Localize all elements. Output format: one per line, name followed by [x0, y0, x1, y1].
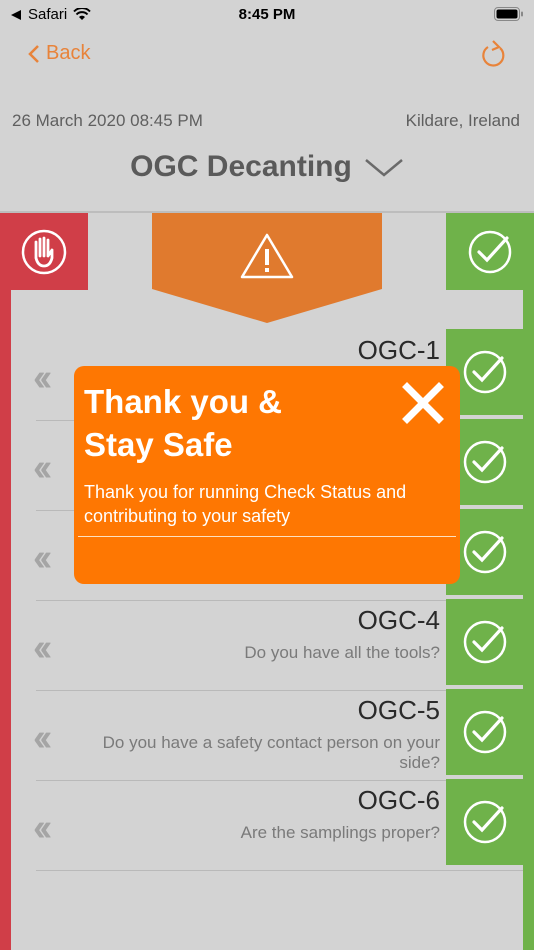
back-label: Back: [46, 42, 91, 64]
check-question: Do you have a safety contact person on y…: [102, 733, 440, 772]
double-chevron-left-icon[interactable]: ‹‹: [33, 627, 52, 670]
check-row-pass-button[interactable]: [446, 779, 523, 865]
check-circle-icon: [463, 710, 506, 754]
check-circle-icon: [463, 350, 506, 394]
double-chevron-left-icon[interactable]: ‹‹: [33, 537, 52, 580]
battery-icon: [494, 7, 523, 21]
check-row[interactable]: ‹‹ OGC-4 Do you have all the tools?: [11, 599, 523, 691]
check-row-pass-button[interactable]: [446, 599, 523, 685]
check-circle-icon: [463, 620, 506, 664]
popup-divider: [78, 536, 456, 537]
check-row[interactable]: ‹‹ OGC-5 Do you have a safety contact pe…: [11, 689, 523, 781]
popup-title: Thank you & Stay Safe: [84, 380, 282, 466]
check-code: OGC-1: [357, 335, 440, 365]
check-question: Do you have all the tools?: [244, 643, 440, 662]
title-selector[interactable]: OGC Decanting: [0, 150, 534, 184]
refresh-icon[interactable]: [478, 38, 508, 70]
check-circle-icon: [468, 230, 512, 273]
check-location: Kildare, Ireland: [405, 111, 520, 130]
popup-title-line2: Stay Safe: [84, 426, 233, 463]
check-row-pass-button[interactable]: [446, 689, 523, 775]
hand-stop-icon: [21, 229, 67, 274]
check-circle-icon: [463, 530, 506, 574]
close-icon[interactable]: [402, 382, 444, 424]
warning-banner: [152, 213, 382, 323]
check-row[interactable]: ‹‹ OGC-6 Are the samplings proper?: [11, 779, 523, 871]
pass-column: [523, 213, 534, 950]
fail-header[interactable]: [0, 213, 88, 290]
double-chevron-left-icon[interactable]: ‹‹: [33, 357, 52, 400]
chevron-down-icon[interactable]: [364, 156, 404, 178]
check-code: OGC-6: [357, 785, 440, 815]
check-code: OGC-5: [357, 695, 440, 725]
double-chevron-left-icon[interactable]: ‹‹: [33, 807, 52, 850]
check-question: Are the samplings proper?: [240, 823, 440, 842]
pass-header[interactable]: [446, 213, 534, 290]
row-divider: [36, 870, 523, 871]
popup-message: Thank you for running Check Status and c…: [84, 482, 407, 526]
double-chevron-left-icon[interactable]: ‹‹: [33, 447, 52, 490]
check-circle-icon: [463, 800, 506, 844]
status-bar: Safari 8:45 PM: [0, 0, 534, 30]
check-code: OGC-4: [357, 605, 440, 635]
back-button[interactable]: Back: [28, 42, 90, 65]
check-circle-icon: [463, 440, 506, 484]
status-time: 8:45 PM: [238, 6, 296, 23]
page-title: OGC Decanting: [130, 150, 352, 183]
thank-you-popup: Thank you & Stay Safe Thank you for runn…: [74, 366, 460, 584]
double-chevron-left-icon[interactable]: ‹‹: [33, 717, 52, 760]
check-date: 26 March 2020 08:45 PM: [12, 111, 203, 130]
popup-title-line1: Thank you &: [84, 383, 283, 420]
fail-column: [0, 213, 11, 950]
chevron-left-icon: [28, 44, 39, 63]
